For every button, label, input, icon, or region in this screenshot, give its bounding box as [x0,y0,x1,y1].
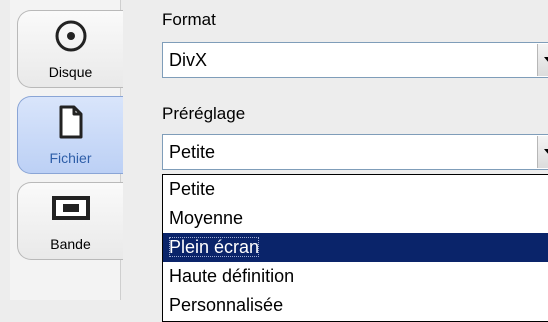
preset-options-list: Petite Moyenne Plein écran Haute définit… [162,174,548,322]
list-item[interactable]: Moyenne [163,204,548,233]
list-item[interactable]: Personnalisée [163,291,548,320]
format-label: Format [162,10,216,29]
tape-icon [18,189,123,227]
preset-label: Préréglage [162,104,246,123]
file-icon [18,103,123,141]
format-dropdown-button[interactable] [537,44,548,76]
format-value: DivX [169,50,208,70]
chevron-down-icon [544,57,548,63]
sidebar-item-fichier[interactable]: Fichier [17,96,123,174]
main-panel: Format DivX Préréglage Petite Petite Moy… [126,0,548,322]
sidebar-item-bande[interactable]: Bande [17,182,123,260]
preset-value: Petite [169,142,216,162]
sidebar-item-label: Disque [48,64,93,80]
sidebar-item-disque[interactable]: Disque [17,10,123,88]
list-item[interactable]: Haute définition [163,262,548,291]
sidebar: Disque Fichier Bande [0,0,126,322]
format-select[interactable]: DivX [162,42,548,78]
disc-icon [18,17,123,55]
list-item-selected[interactable]: Plein écran [163,233,548,262]
preset-dropdown-button[interactable] [537,136,548,168]
chevron-down-icon [544,149,548,155]
list-item[interactable]: Petite [163,175,548,204]
sidebar-item-label: Fichier [49,150,92,166]
sidebar-item-label: Bande [50,236,91,252]
preset-select[interactable]: Petite [162,134,548,170]
